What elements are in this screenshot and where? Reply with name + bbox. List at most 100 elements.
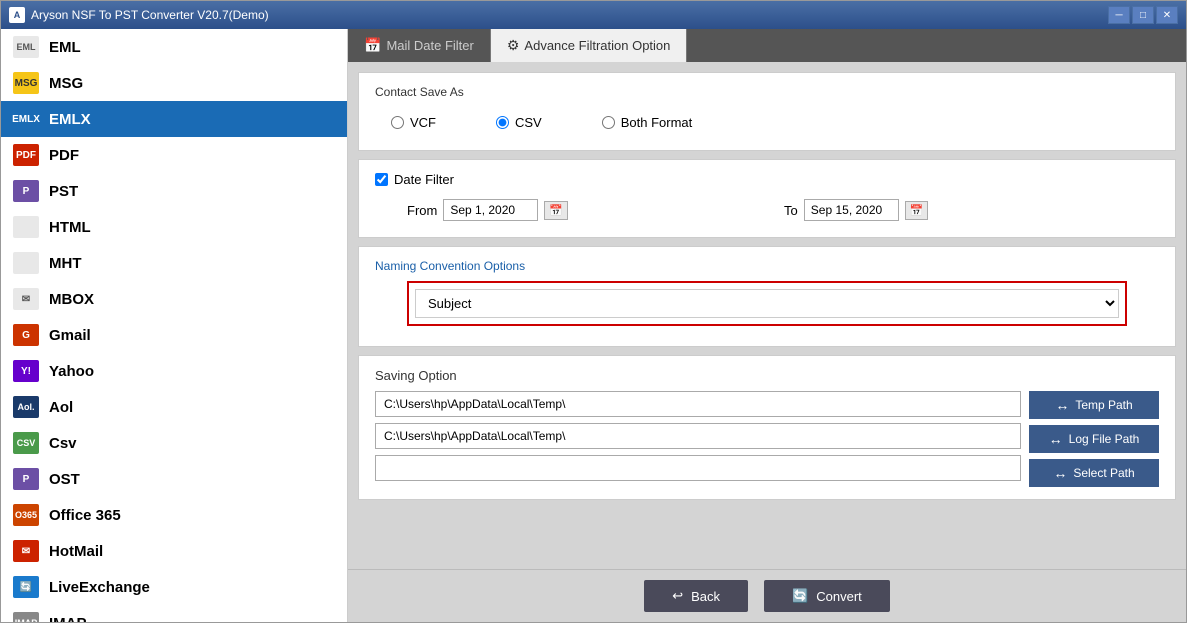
sidebar-item-pst[interactable]: P PST <box>1 173 347 209</box>
naming-select-wrapper: SubjectDateFromToSubject+Date <box>407 281 1127 326</box>
date-filter-panel: Date Filter From 📅 To 📅 <box>358 159 1176 238</box>
window-title: Aryson NSF To PST Converter V20.7(Demo) <box>31 8 269 22</box>
sidebar-icon-msg: MSG <box>13 72 39 94</box>
sidebar-item-gmail[interactable]: G Gmail <box>1 317 347 353</box>
naming-convention-select[interactable]: SubjectDateFromToSubject+Date <box>415 289 1119 318</box>
sidebar-item-ost[interactable]: P OST <box>1 461 347 497</box>
sidebar-icon-mht <box>13 252 39 274</box>
sidebar-item-pdf[interactable]: PDF PDF <box>1 137 347 173</box>
sidebar-icon-csv: CSV <box>13 432 39 454</box>
temp-path-input[interactable] <box>375 391 1021 417</box>
sidebar-icon-imap: IMAP <box>13 612 39 622</box>
from-label: From <box>407 203 437 218</box>
radio-csv[interactable]: CSV <box>496 115 542 130</box>
tab-advance-filtration[interactable]: ⚙ Advance Filtration Option <box>491 29 688 62</box>
naming-convention-panel: Naming Convention Options SubjectDateFro… <box>358 246 1176 347</box>
select-path-btn[interactable]: ↔ Select Path <box>1029 459 1159 487</box>
maximize-button[interactable]: □ <box>1132 6 1154 24</box>
sidebar-item-msg[interactable]: MSG MSG <box>1 65 347 101</box>
sidebar-label-ost: OST <box>49 471 80 488</box>
date-inputs: From 📅 To 📅 <box>375 195 1159 225</box>
sidebar-icon-ost: P <box>13 468 39 490</box>
sidebar-item-csv[interactable]: CSV Csv <box>1 425 347 461</box>
radio-both-label: Both Format <box>621 115 693 130</box>
saving-option-label: Saving Option <box>375 368 1159 383</box>
title-bar-left: A Aryson NSF To PST Converter V20.7(Demo… <box>9 7 269 23</box>
sidebar-icon-aol: Aol. <box>13 396 39 418</box>
to-date-input[interactable] <box>804 199 899 221</box>
from-date-field: From 📅 <box>407 199 568 221</box>
sidebar-item-yahoo[interactable]: Y! Yahoo <box>1 353 347 389</box>
saving-buttons: ↔ Temp Path ↔ Log File Path ↔ Select Pat… <box>1029 391 1159 487</box>
sidebar-icon-hotmail: ✉ <box>13 540 39 562</box>
sidebar-item-mht[interactable]: MHT <box>1 245 347 281</box>
radio-both[interactable]: Both Format <box>602 115 693 130</box>
radio-vcf[interactable]: VCF <box>391 115 436 130</box>
main-window: A Aryson NSF To PST Converter V20.7(Demo… <box>0 0 1187 623</box>
contact-save-as-panel: Contact Save As VCF CSV Both Format <box>358 72 1176 151</box>
sidebar-item-emlx[interactable]: EMLX EMLX <box>1 101 347 137</box>
sidebar-icon-pdf: PDF <box>13 144 39 166</box>
to-date-field: To 📅 <box>784 199 928 221</box>
saving-inputs <box>375 391 1021 487</box>
sidebar-label-hotmail: HotMail <box>49 543 103 560</box>
saving-rows: ↔ Temp Path ↔ Log File Path ↔ Select Pat… <box>375 391 1159 487</box>
tab-mail-date-filter[interactable]: 📅 Mail Date Filter <box>348 29 491 62</box>
tab-icon-advance-filtration: ⚙ <box>507 37 520 54</box>
sidebar-icon-emlx: EMLX <box>13 108 39 130</box>
radio-csv-label: CSV <box>515 115 542 130</box>
sidebar-item-imap[interactable]: IMAP IMAP <box>1 605 347 622</box>
sidebar-label-mht: MHT <box>49 255 82 272</box>
sidebar-icon-pst: P <box>13 180 39 202</box>
sidebar-label-liveexchange: LiveExchange <box>49 579 150 596</box>
sidebar-icon-yahoo: Y! <box>13 360 39 382</box>
main-content: EML EML MSG MSG EMLX EMLX PDF PDF P PST … <box>1 29 1186 622</box>
tab-label-mail-date-filter: Mail Date Filter <box>386 38 473 53</box>
date-filter-text: Date Filter <box>394 172 454 187</box>
radio-csv-input[interactable] <box>496 116 509 129</box>
to-calendar-btn[interactable]: 📅 <box>905 201 929 220</box>
sidebar-item-eml[interactable]: EML EML <box>1 29 347 65</box>
radio-vcf-input[interactable] <box>391 116 404 129</box>
sidebar-icon-mbox: ✉ <box>13 288 39 310</box>
sidebar-label-mbox: MBOX <box>49 291 94 308</box>
tab-icon-mail-date-filter: 📅 <box>364 37 381 54</box>
sidebar-item-html[interactable]: HTML <box>1 209 347 245</box>
sidebar-item-hotmail[interactable]: ✉ HotMail <box>1 533 347 569</box>
select-path-icon: ↔ <box>1053 465 1067 481</box>
sidebar-item-liveexchange[interactable]: 🔄 LiveExchange <box>1 569 347 605</box>
convert-button[interactable]: 🔄 Convert <box>764 580 890 612</box>
minimize-button[interactable]: ─ <box>1108 6 1130 24</box>
date-filter-label: Date Filter <box>375 172 1159 187</box>
radio-both-input[interactable] <box>602 116 615 129</box>
date-filter-checkbox[interactable] <box>375 173 388 186</box>
sidebar-icon-gmail: G <box>13 324 39 346</box>
sidebar-item-mbox[interactable]: ✉ MBOX <box>1 281 347 317</box>
log-file-path-input[interactable] <box>375 423 1021 449</box>
sidebar-item-aol[interactable]: Aol. Aol <box>1 389 347 425</box>
back-icon: ↩ <box>672 588 683 604</box>
to-label: To <box>784 203 798 218</box>
from-calendar-btn[interactable]: 📅 <box>544 201 568 220</box>
naming-convention-label: Naming Convention Options <box>375 259 1159 273</box>
temp-path-btn[interactable]: ↔ Temp Path <box>1029 391 1159 419</box>
from-date-input[interactable] <box>443 199 538 221</box>
radio-vcf-label: VCF <box>410 115 436 130</box>
tab-bar: 📅 Mail Date Filter ⚙ Advance Filtration … <box>348 29 1186 62</box>
sidebar-label-aol: Aol <box>49 399 73 416</box>
sidebar-label-gmail: Gmail <box>49 327 91 344</box>
sidebar-icon-liveexchange: 🔄 <box>13 576 39 598</box>
sidebar-label-csv: Csv <box>49 435 77 452</box>
select-path-input[interactable] <box>375 455 1021 481</box>
temp-path-icon: ↔ <box>1055 397 1069 413</box>
content-area: Contact Save As VCF CSV Both Format <box>348 62 1186 569</box>
log-file-path-btn[interactable]: ↔ Log File Path <box>1029 425 1159 453</box>
sidebar-item-office365[interactable]: O365 Office 365 <box>1 497 347 533</box>
back-button[interactable]: ↩ Back <box>644 580 748 612</box>
app-icon: A <box>9 7 25 23</box>
log-file-path-icon: ↔ <box>1049 431 1063 447</box>
contact-save-as-options: VCF CSV Both Format <box>375 107 1159 138</box>
close-button[interactable]: ✕ <box>1156 6 1178 24</box>
temp-path-btn-label: Temp Path <box>1075 398 1132 412</box>
sidebar-icon-office365: O365 <box>13 504 39 526</box>
